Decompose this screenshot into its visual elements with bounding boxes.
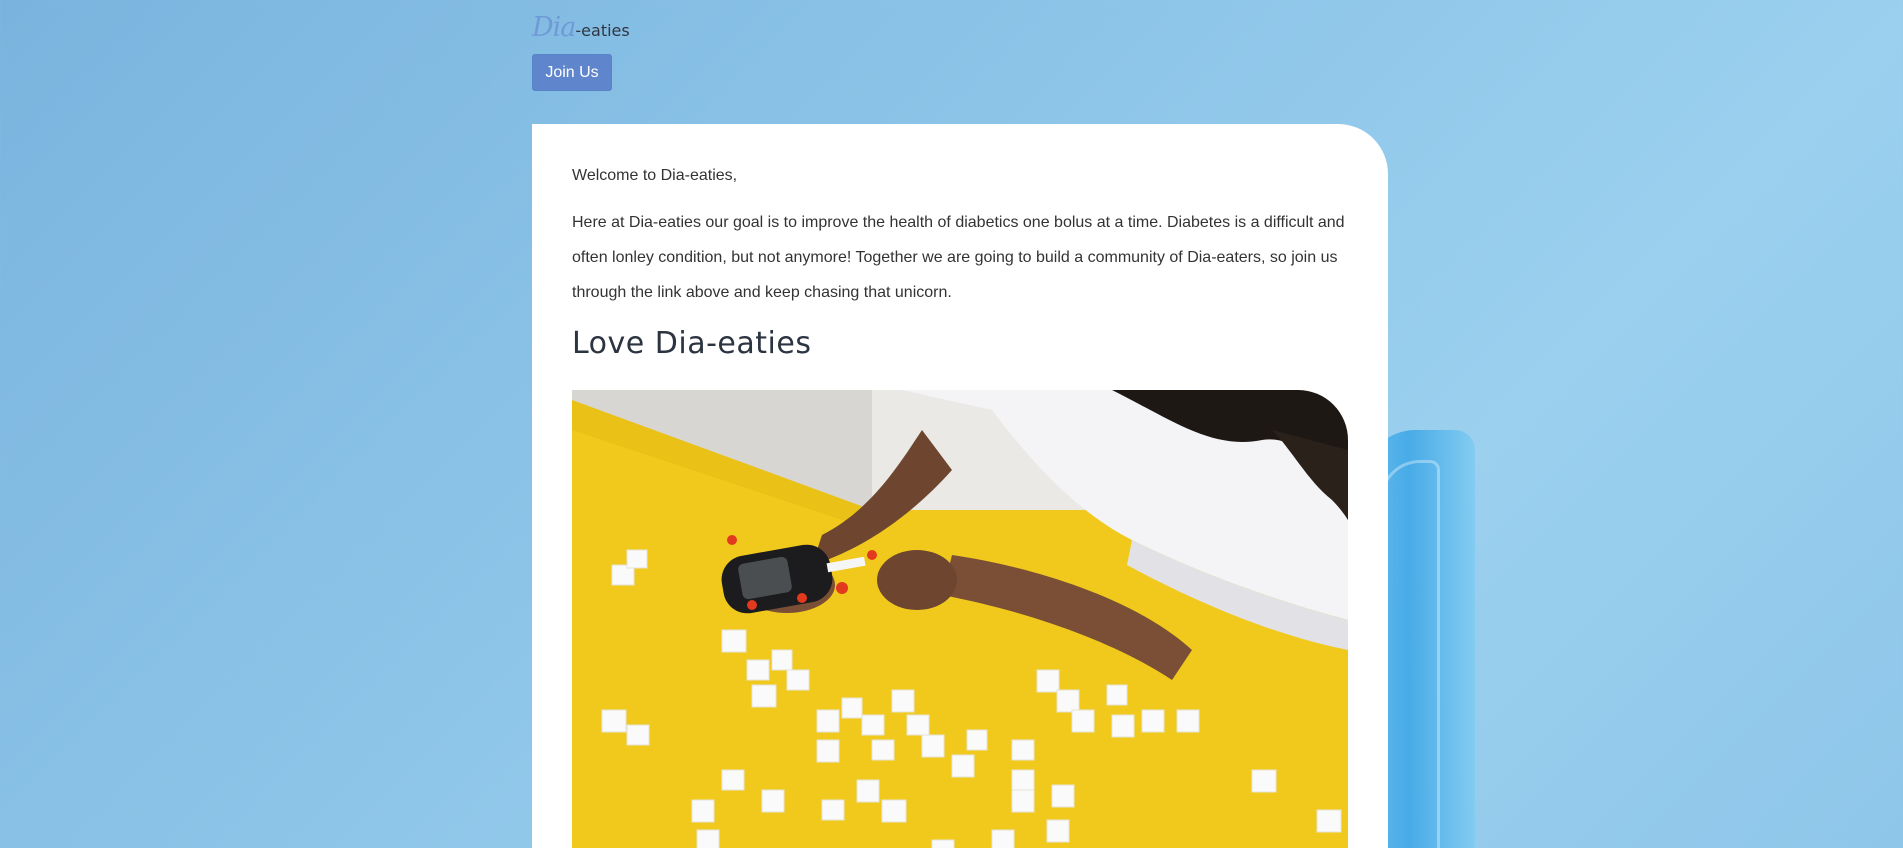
logo-mark: Dia: [532, 12, 576, 43]
welcome-text: Welcome to Dia-eaties,: [572, 167, 738, 184]
logo-text: -eaties: [575, 21, 630, 40]
diabetes-testing-photo: [572, 390, 1348, 848]
join-us-button[interactable]: Join Us: [532, 54, 612, 91]
content-card: Welcome to Dia-eaties, Here at Dia-eatie…: [532, 124, 1388, 848]
hero-photo: [572, 390, 1348, 848]
background-ribbon-highlight: [1380, 460, 1440, 848]
intro-paragraph: Here at Dia-eaties our goal is to improv…: [572, 214, 1345, 301]
section-heading: Love Dia-eaties: [572, 326, 812, 361]
site-header: Dia -eaties: [532, 12, 630, 44]
site-logo[interactable]: Dia -eaties: [532, 12, 630, 44]
